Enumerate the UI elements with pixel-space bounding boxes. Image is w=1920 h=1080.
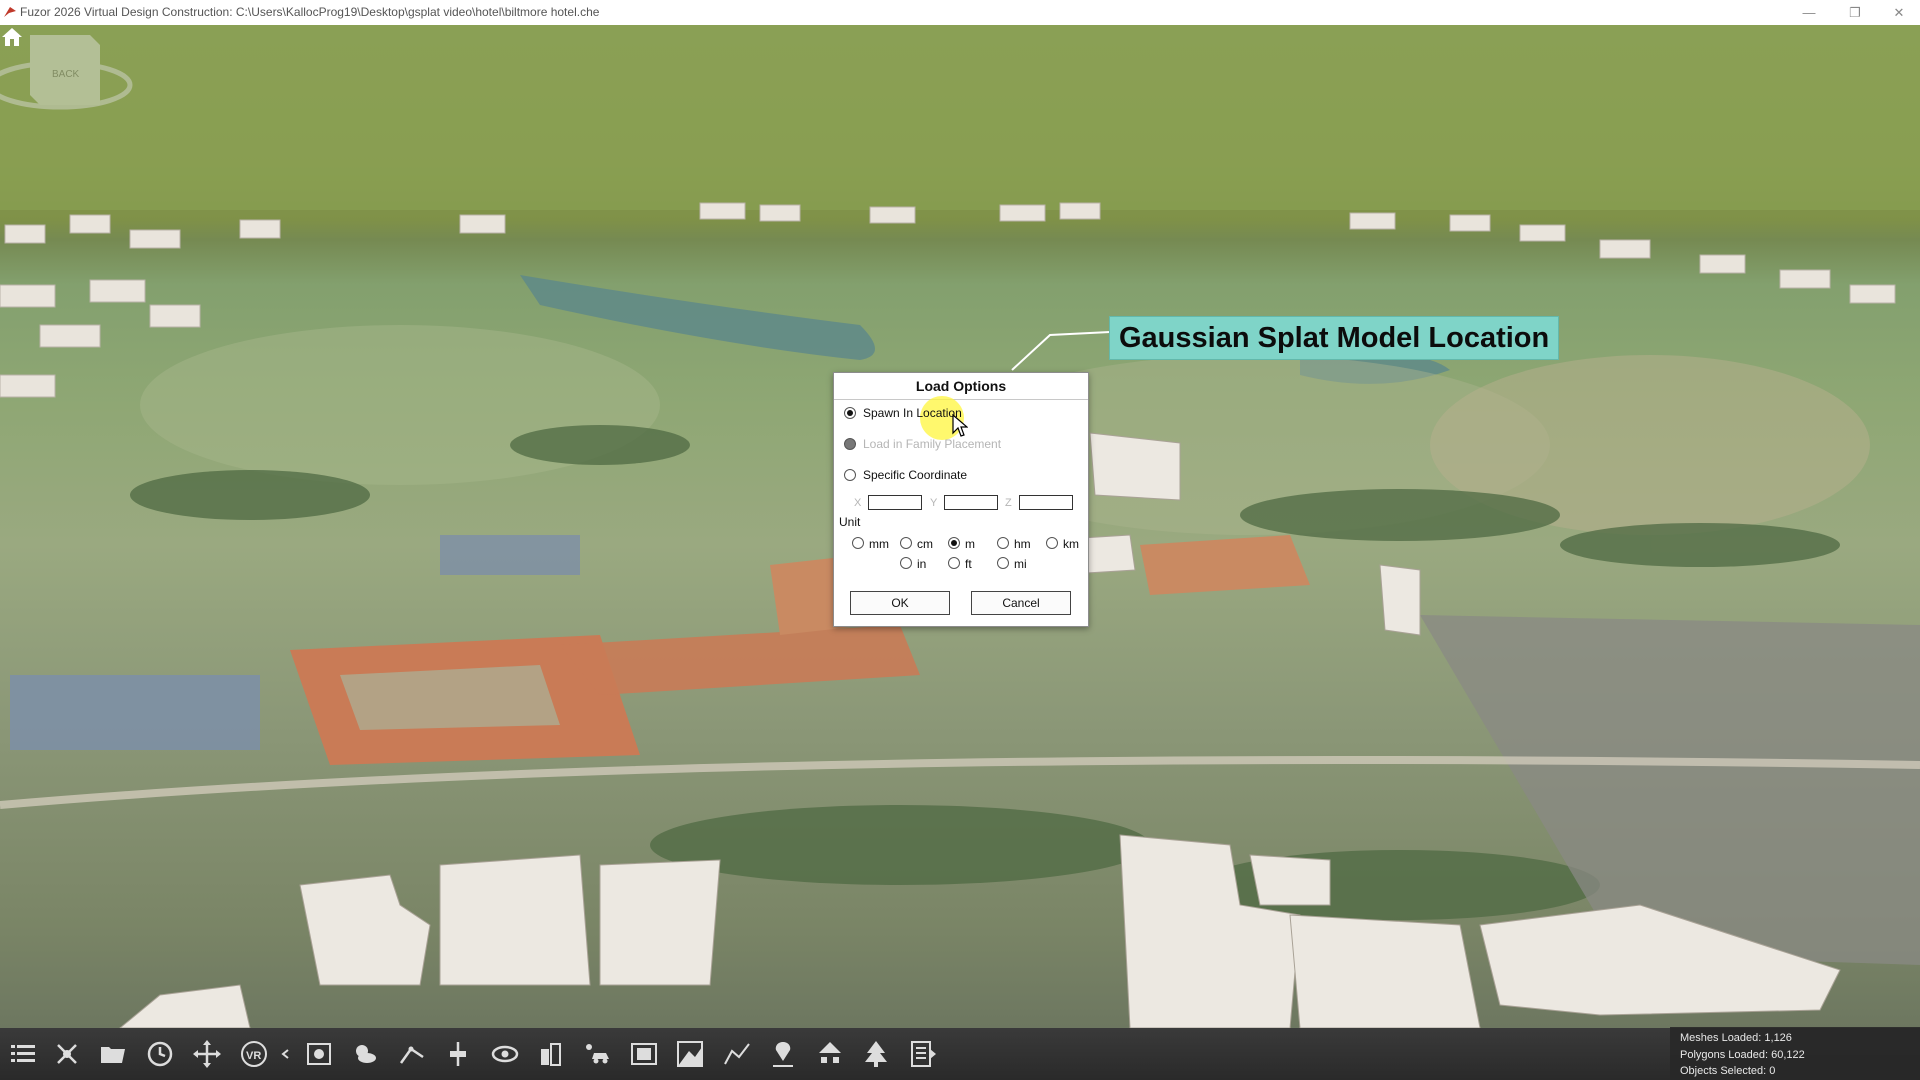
unit-in-label: in (917, 557, 927, 571)
measure-icon[interactable] (397, 1039, 427, 1069)
cancel-button[interactable]: Cancel (971, 591, 1071, 615)
meshes-loaded: Meshes Loaded: 1,126 (1680, 1032, 1792, 1044)
objects-selected: Objects Selected: 0 (1680, 1065, 1776, 1077)
load-in-family-placement-radio (844, 438, 856, 450)
unit-m-radio[interactable] (948, 537, 960, 549)
dialog-title: Load Options (834, 373, 1088, 400)
clock-icon[interactable] (145, 1039, 175, 1069)
unit-mi-label: mi (1014, 557, 1027, 571)
unit-hm-radio[interactable] (997, 537, 1009, 549)
close-icon: ✕ (1893, 4, 1905, 20)
load-in-family-placement-label: Load in Family Placement (863, 437, 1002, 451)
path-icon[interactable] (722, 1039, 752, 1069)
close-button[interactable]: ✕ (1876, 0, 1920, 25)
load-options-dialog: Load Options Spawn In Location Load in F… (833, 372, 1089, 627)
unit-in-radio[interactable] (900, 557, 912, 569)
maximize-button[interactable]: ❐ (1832, 0, 1878, 25)
unit-cm-radio[interactable] (900, 537, 912, 549)
svg-text:VR: VR (246, 1050, 261, 1062)
maximize-icon: ❐ (1849, 4, 1861, 20)
unit-mi-radio[interactable] (997, 557, 1009, 569)
location-pin-icon[interactable] (768, 1039, 798, 1069)
unit-km-label: km (1063, 537, 1079, 551)
terrain-icon[interactable] (675, 1039, 705, 1069)
window-title: Fuzor 2026 Virtual Design Construction: … (20, 5, 600, 19)
film-icon[interactable] (629, 1039, 659, 1069)
unit-m-label: m (965, 537, 975, 551)
bottom-toolbar: VR (0, 1028, 1920, 1080)
spawn-in-location-label: Spawn In Location (863, 406, 962, 420)
unit-cm-label: cm (917, 537, 933, 551)
vr-icon[interactable]: VR (239, 1039, 269, 1069)
specific-coordinate-label: Specific Coordinate (863, 468, 968, 482)
spawn-in-location-radio[interactable] (844, 407, 856, 419)
ok-button[interactable]: OK (850, 591, 950, 615)
x-label: X (854, 497, 862, 509)
unit-mm-label: mm (869, 537, 889, 551)
z-coordinate-input[interactable] (1019, 495, 1073, 510)
weather-icon[interactable] (350, 1039, 380, 1069)
drone-icon[interactable] (52, 1039, 82, 1069)
building-icon[interactable] (536, 1039, 566, 1069)
polygons-loaded: Polygons Loaded: 60,122 (1680, 1049, 1805, 1061)
x-coordinate-input[interactable] (868, 495, 922, 510)
camera-icon[interactable] (304, 1039, 334, 1069)
y-coordinate-input[interactable] (944, 495, 998, 510)
unit-km-radio[interactable] (1046, 537, 1058, 549)
collapse-arrow-icon[interactable] (278, 1039, 292, 1069)
specific-coordinate-radio[interactable] (844, 469, 856, 481)
minimize-icon: — (1802, 5, 1816, 20)
mouse-cursor-icon (952, 414, 968, 437)
tree-icon[interactable] (861, 1039, 891, 1069)
unit-ft-radio[interactable] (948, 557, 960, 569)
folder-icon[interactable] (98, 1039, 128, 1069)
z-label: Z (1005, 497, 1012, 509)
y-label: Y (930, 497, 938, 509)
move-icon[interactable] (192, 1039, 222, 1069)
scene-stats-panel: Meshes Loaded: 1,126 Polygons Loaded: 60… (1670, 1027, 1920, 1080)
view-cube-icon[interactable]: BACK (0, 25, 150, 145)
minimize-button[interactable]: — (1786, 0, 1832, 25)
gaussian-splat-callout: Gaussian Splat Model Location (1109, 316, 1560, 360)
report-icon[interactable] (908, 1039, 938, 1069)
unit-label: Unit (839, 515, 861, 529)
section-icon[interactable] (443, 1039, 473, 1069)
network-icon[interactable] (815, 1039, 845, 1069)
list-icon[interactable] (8, 1039, 38, 1069)
viewcube-label: BACK (52, 69, 80, 80)
eye-icon[interactable] (490, 1039, 520, 1069)
title-bar: Fuzor 2026 Virtual Design Construction: … (0, 0, 1920, 26)
unit-ft-label: ft (965, 557, 972, 571)
unit-hm-label: hm (1014, 537, 1031, 551)
callout-label: Gaussian Splat Model Location (1119, 321, 1550, 354)
vehicle-icon[interactable] (582, 1039, 612, 1069)
unit-mm-radio[interactable] (852, 537, 864, 549)
app-logo-icon (4, 7, 16, 17)
